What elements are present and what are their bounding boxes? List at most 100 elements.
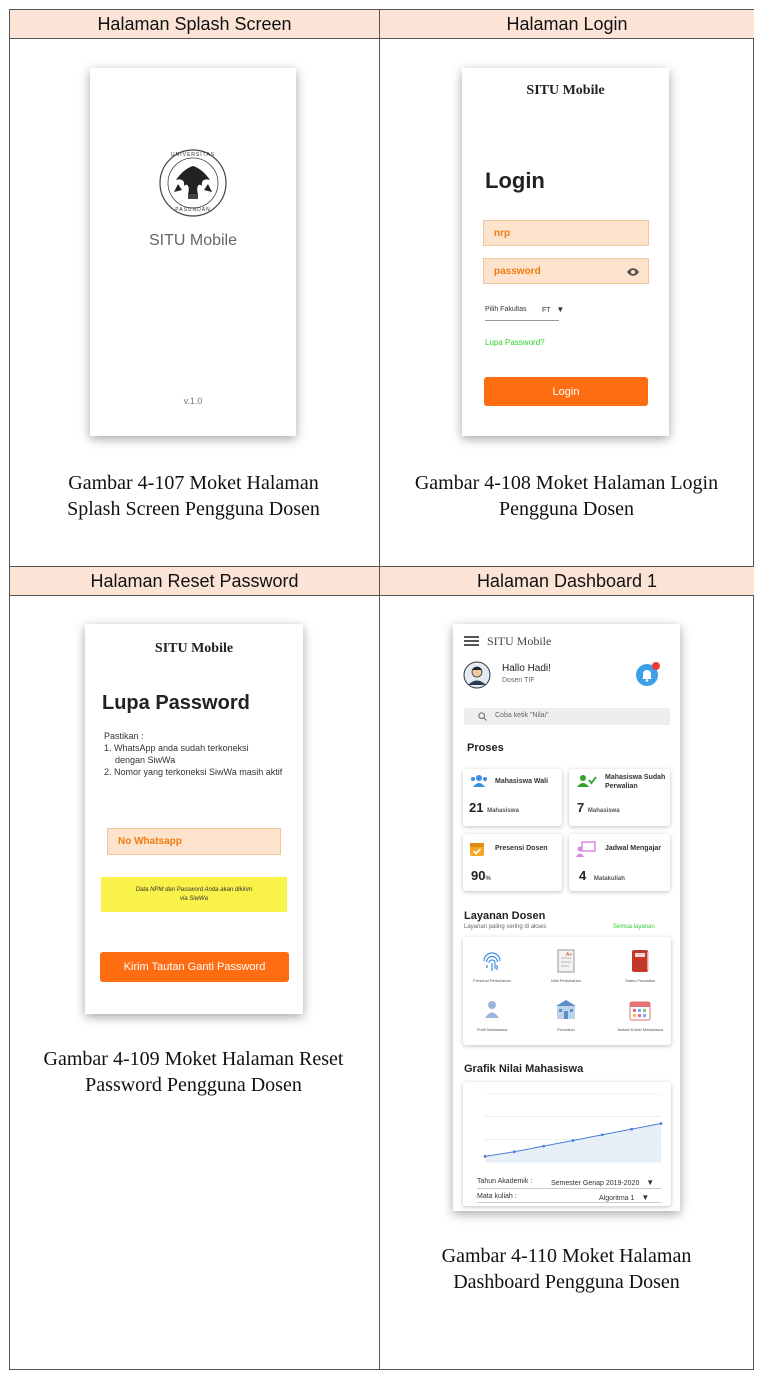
row-divider [10, 38, 753, 39]
card-label: Mahasiswa Wali [495, 778, 549, 785]
login-heading: Login [485, 168, 545, 193]
notification-bell-icon[interactable] [636, 662, 660, 686]
chart-point [630, 1127, 634, 1131]
chevron-down-icon: ▼ [646, 1178, 655, 1187]
all-services-link[interactable]: Semua layanan [613, 924, 655, 930]
instruction-item-1: 1. WhatsApp anda sudah terkoneksi [104, 743, 249, 753]
card-jadwal-mengajar[interactable]: Jadwal Mengajar 4 Matakuliah [569, 834, 670, 891]
service-status-perwalian[interactable]: Status Perwalian [615, 949, 665, 987]
fakultas-value: FT [542, 307, 551, 314]
seal-text-top: UNIVERSITAS [171, 152, 215, 158]
header-dashboard: Halaman Dashboard 1 [380, 567, 754, 595]
notification-dot [652, 662, 660, 670]
greeting: Hallo Hadi! [502, 663, 551, 674]
instruction-item-2: 2. Nomor yang terkoneksi SiwWa masih akt… [104, 767, 283, 777]
card-label: Presensi Dosen [495, 845, 548, 852]
nrp-input[interactable]: nrp [483, 220, 649, 246]
password-placeholder: password [494, 265, 541, 277]
divider [477, 1188, 661, 1189]
service-label: Presensi Perkuliahan [473, 978, 511, 983]
card-value: 4 Matakuliah [579, 868, 625, 883]
card-label: Jadwal Mengajar [605, 845, 662, 852]
login-button[interactable]: Login [484, 377, 648, 406]
chevron-down-icon: ▼ [641, 1193, 650, 1202]
chart-point [483, 1154, 487, 1158]
caption-splash: Gambar 4-107 Moket Halaman Splash Screen… [9, 470, 378, 522]
chart-area [485, 1123, 661, 1162]
chart-point [571, 1139, 575, 1142]
layanan-title: Layanan Dosen [464, 910, 546, 922]
splash-app-title: SITU Mobile [148, 232, 238, 249]
info-note: Data NPM dan Password Anda akan dikirim … [101, 877, 287, 912]
hamburger-menu-icon[interactable] [464, 636, 479, 646]
chart-point [600, 1133, 604, 1137]
svg-text:A+: A+ [566, 952, 572, 958]
caption-line: Gambar 4-110 Moket Halaman [441, 1245, 692, 1267]
caption-line: Pengguna Dosen [499, 498, 634, 520]
layanan-subtitle: Layanan paling sering di akses [464, 924, 547, 930]
card-mahasiswa-perwalian[interactable]: Mahasiswa Sudah Perwalian 7 Mahasiswa [569, 769, 670, 826]
version-label: v.1.0 [183, 396, 203, 406]
dashboard-app-title: SITU Mobile [487, 634, 552, 648]
calendar-check-icon [470, 843, 484, 856]
fingerprint-icon [483, 952, 501, 971]
calendar-grid-icon [629, 1001, 651, 1021]
seal-text-bottom: PASUNDAN [175, 207, 211, 213]
service-perwalian[interactable]: Perwalian [541, 997, 591, 1035]
login-screen-mockup: SITU Mobile Login nrp password Pilih Fak… [462, 68, 669, 436]
matkul-label: Mata kuliah : [477, 1193, 517, 1200]
tahun-value: Semester Genap 2019-2020 [551, 1180, 640, 1187]
caption-line: Dashboard Pengguna Dosen [453, 1271, 680, 1293]
user-role: Dosen TIF [502, 677, 535, 684]
card-label: Mahasiswa Sudah Perwalian [605, 774, 666, 790]
eye-icon[interactable] [626, 267, 640, 277]
matkul-select[interactable]: Algoritma 1 ▼ [599, 1193, 649, 1202]
students-icon [471, 775, 487, 787]
services-card: Presensi Perkuliahan A+ Nilai Perkuliaha… [463, 937, 671, 1045]
tahun-select[interactable]: Semester Genap 2019-2020 ▼ [551, 1178, 654, 1187]
card-presensi-dosen[interactable]: Presensi Dosen 90% [463, 834, 562, 891]
card-mahasiswa-wali[interactable]: Mahasiswa Wali 21 Mahasiswa [463, 769, 562, 826]
service-label: Perwalian [557, 1027, 575, 1032]
card-value: 21 Mahasiswa [469, 800, 519, 815]
tahun-label: Tahun Akademik : [477, 1178, 533, 1185]
proses-title: Proses [467, 742, 504, 754]
send-reset-link-button[interactable]: Kirim Tautan Ganti Password [100, 952, 289, 982]
info-note-line-2: via SiwWa [180, 895, 208, 902]
grafik-title: Grafik Nilai Mahasiswa [464, 1063, 584, 1075]
search-input[interactable]: Coba ketik "Nilai" [464, 708, 670, 725]
login-app-title: SITU Mobile [526, 83, 605, 98]
caption-line: Splash Screen Pengguna Dosen [67, 498, 320, 520]
service-profil-mahasiswa[interactable]: Profil Mahasiswa [467, 997, 517, 1035]
instruction-item-1-cont: dengan SiwWa [115, 755, 176, 765]
service-jadwal-kuliah[interactable]: Jadwal Kuliah Mahasiswa [615, 997, 665, 1035]
teaching-board-icon [576, 841, 596, 857]
divider [477, 1202, 661, 1203]
fakultas-select[interactable]: FT ▼ [542, 305, 564, 314]
forgot-password-link[interactable]: Lupa Password? [485, 338, 545, 347]
whatsapp-input[interactable]: No Whatsapp [107, 828, 281, 855]
search-placeholder: Coba ketik "Nilai" [495, 712, 549, 719]
password-input[interactable]: password [483, 258, 649, 284]
avatar[interactable] [463, 661, 491, 689]
column-divider [379, 10, 380, 1369]
notebook-icon [632, 950, 649, 972]
chart-point [542, 1144, 546, 1148]
service-label: Jadwal Kuliah Mahasiswa [617, 1027, 663, 1032]
reset-heading: Lupa Password [102, 692, 250, 714]
row-divider [10, 595, 753, 596]
reset-app-title: SITU Mobile [154, 641, 234, 656]
grafik-card: Tahun Akademik : Semester Genap 2019-202… [463, 1082, 671, 1206]
fakultas-label: Pilih Fakultas [485, 306, 527, 313]
school-building-icon [556, 1000, 576, 1019]
service-label: Status Perwalian [624, 978, 655, 983]
caption-reset: Gambar 4-109 Moket Halaman Reset Passwor… [9, 1046, 378, 1098]
service-presensi[interactable]: Presensi Perkuliahan [467, 949, 517, 987]
service-label: Profil Mahasiswa [476, 1027, 508, 1032]
service-nilai[interactable]: A+ Nilai Perkuliahan [541, 949, 591, 987]
fakultas-underline [485, 320, 559, 321]
chart-point [512, 1150, 516, 1154]
search-icon [478, 712, 487, 721]
caption-line: Gambar 4-109 Moket Halaman Reset [43, 1048, 344, 1070]
reset-password-mockup: SITU Mobile Lupa Password Pastikan : 1. … [85, 624, 303, 1014]
